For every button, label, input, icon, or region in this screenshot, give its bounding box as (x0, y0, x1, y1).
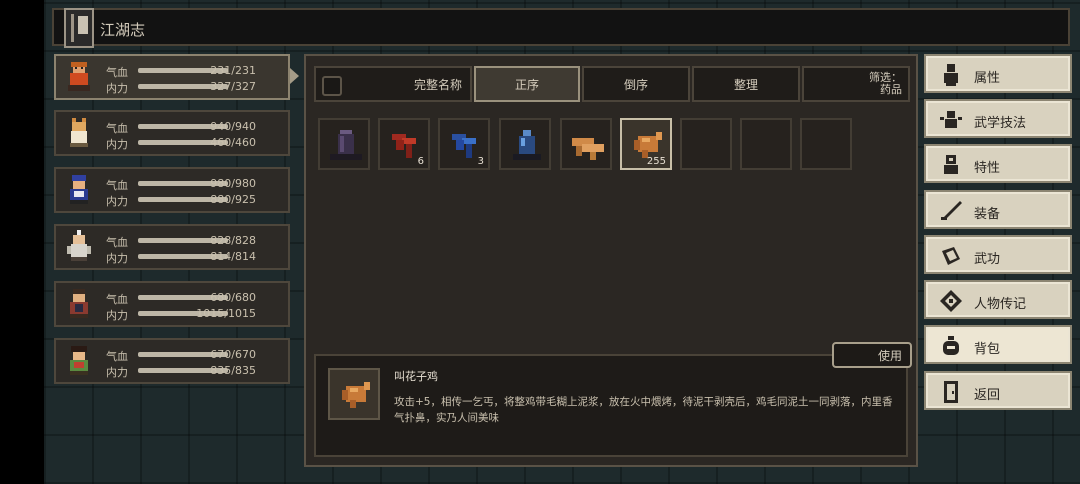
mp-label: 内力 (106, 366, 128, 379)
manual-icon (942, 247, 960, 265)
character-portrait-icon (70, 346, 88, 375)
mp-value: 460/460 (210, 136, 256, 149)
mp-value: 327/327 (210, 80, 256, 93)
menu-label: 返回 (974, 388, 1001, 403)
mp-value: 835/835 (210, 364, 256, 377)
sort-toolbar: 完整名称 正序 倒序 整理 筛选： 药品 (314, 66, 910, 104)
trait-icon (944, 155, 958, 174)
party-member-2[interactable]: 气血 940/940 内力 460/460 (54, 110, 290, 156)
mp-label: 内力 (106, 138, 128, 151)
menu-label: 武学技法 (974, 116, 1027, 131)
menu-bag-button[interactable]: 背包 (924, 325, 1072, 364)
hp-value: 940/940 (210, 120, 256, 133)
menu-attributes-button[interactable]: 属性 (924, 54, 1072, 93)
character-portrait-icon (70, 289, 88, 318)
hp-label: 气血 (106, 66, 128, 79)
inventory-slot[interactable]: 6 (378, 118, 430, 170)
hp-label: 气血 (106, 293, 128, 306)
figure-icon (944, 64, 958, 86)
hp-value: 980/980 (210, 177, 256, 190)
menu-traits-button[interactable]: 特性 (924, 144, 1072, 183)
full-name-label: 完整名称 (413, 77, 462, 92)
use-button[interactable]: 使用 (832, 342, 912, 368)
biography-icon (940, 290, 962, 312)
mushroom-icon (572, 138, 604, 160)
item-count: 255 (646, 156, 666, 167)
inventory-slot-empty[interactable] (740, 118, 792, 170)
exit-door-icon (944, 381, 958, 403)
inventory-slot-selected[interactable]: 255 (620, 118, 672, 170)
hp-value: 231/231 (210, 64, 256, 77)
item-count: 6 (417, 156, 424, 167)
journal-book-icon[interactable] (64, 8, 94, 48)
inventory-slot-empty[interactable] (800, 118, 852, 170)
hp-label: 气血 (106, 236, 128, 249)
character-portrait-icon (70, 118, 88, 147)
mp-label: 内力 (106, 309, 128, 322)
pot-icon (330, 130, 362, 160)
item-count: 3 (477, 156, 484, 167)
character-portrait-icon (68, 62, 90, 91)
hp-value: 680/680 (210, 291, 256, 304)
item-description: 攻击+5，相传一乞丐，将整鸡带毛糊上泥浆，放在火中煨烤，待泥干剥壳后，鸡毛同泥土… (394, 396, 893, 424)
full-name-toggle[interactable]: 完整名称 (314, 66, 472, 102)
header-bar: 江湖志 (52, 8, 1070, 48)
inventory-slot[interactable] (318, 118, 370, 170)
hp-label: 气血 (106, 179, 128, 192)
party-member-3[interactable]: 气血 980/980 内力 880/925 (54, 167, 290, 213)
inventory-slot[interactable] (499, 118, 551, 170)
hp-value: 670/670 (210, 348, 256, 361)
detail-item-frame (328, 368, 380, 420)
sort-descending-tab[interactable]: 倒序 (582, 66, 690, 102)
sort-ascending-tab[interactable]: 正序 (474, 66, 580, 102)
menu-equipment-button[interactable]: 装备 (924, 190, 1072, 229)
party-member-5[interactable]: 气血 680/680 内力 1015/1015 (54, 281, 290, 327)
sword-icon (941, 201, 962, 220)
selected-arrow-icon (290, 68, 299, 84)
menu-label: 武功 (974, 252, 1001, 267)
inventory-slot[interactable]: 3 (438, 118, 490, 170)
menu-label: 属性 (974, 71, 1001, 86)
mp-value: 814/814 (210, 250, 256, 263)
party-member-1[interactable]: 气血 231/231 内力 327/327 (54, 54, 290, 100)
inventory-panel: 完整名称 正序 倒序 整理 筛选： 药品 6 3 255 叫花子鸡 攻击+5，相… (304, 54, 918, 467)
party-member-6[interactable]: 气血 670/670 内力 835/835 (54, 338, 290, 384)
mp-value: 1015/1015 (196, 307, 256, 320)
blue-vial-icon (513, 130, 541, 160)
filter-dropdown[interactable]: 筛选： 药品 (802, 66, 910, 102)
mp-label: 内力 (106, 252, 128, 265)
character-portrait-icon (70, 175, 88, 204)
menu-label: 背包 (974, 342, 1001, 357)
party-member-4[interactable]: 气血 828/828 内力 814/814 (54, 224, 290, 270)
page-title: 江湖志 (100, 21, 146, 39)
menu-label: 特性 (974, 161, 1001, 176)
filter-value: 药品 (880, 83, 902, 96)
inventory-slot-empty[interactable] (680, 118, 732, 170)
menu-label: 装备 (974, 207, 1001, 222)
organize-tab[interactable]: 整理 (692, 66, 800, 102)
menu-martial-arts-button[interactable]: 武功 (924, 235, 1072, 274)
hp-label: 气血 (106, 350, 128, 363)
hp-value: 828/828 (210, 234, 256, 247)
menu-martial-skills-button[interactable]: 武学技法 (924, 99, 1072, 138)
roast-chicken-icon (342, 382, 370, 408)
menu-biography-button[interactable]: 人物传记 (924, 280, 1072, 319)
inventory-slot[interactable] (560, 118, 612, 170)
item-name: 叫花子鸡 (394, 370, 438, 383)
mp-label: 内力 (106, 82, 128, 95)
full-name-checkbox[interactable] (322, 76, 342, 96)
bag-icon (943, 336, 959, 355)
menu-return-button[interactable]: 返回 (924, 371, 1072, 410)
item-detail-panel: 叫花子鸡 攻击+5，相传一乞丐，将整鸡带毛糊上泥浆，放在火中煨烤，待泥干剥壳后，… (314, 354, 908, 457)
menu-label: 人物传记 (974, 297, 1027, 312)
hp-label: 气血 (106, 122, 128, 135)
mp-label: 内力 (106, 195, 128, 208)
character-portrait-icon (67, 230, 91, 261)
martial-skill-icon (940, 111, 962, 128)
mp-value: 880/925 (210, 193, 256, 206)
